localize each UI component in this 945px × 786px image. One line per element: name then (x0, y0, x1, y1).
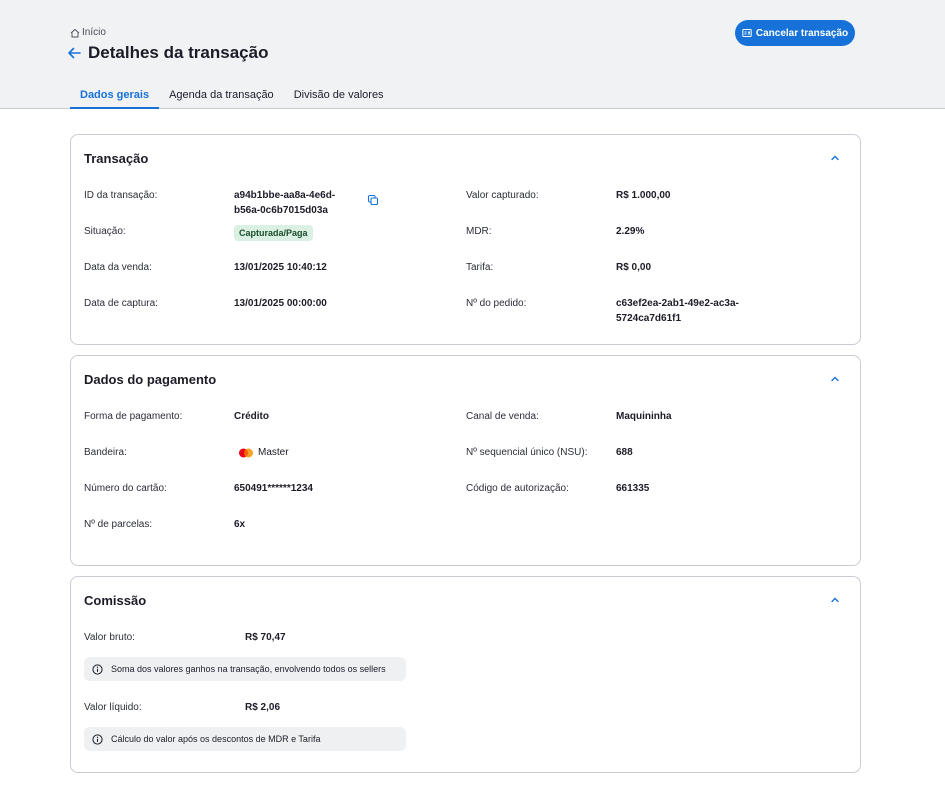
numero-cartao-label: Número do cartão: (84, 483, 167, 494)
tab-dados-gerais[interactable]: Dados gerais (70, 82, 160, 109)
pedido-label: Nº do pedido: (466, 298, 527, 309)
transaction-id-label: ID da transação: (84, 190, 158, 201)
cancel-transaction-button[interactable]: Cancelar transação (735, 20, 855, 46)
chevron-up-icon[interactable] (830, 374, 840, 384)
tab-agenda-transacao[interactable]: Agenda da transação (159, 82, 284, 109)
transaction-id-value-line1: a94b1bbe-aa8a-4e6d- (234, 190, 336, 201)
valor-liquido-value: R$ 2,06 (245, 702, 281, 713)
transaction-id-value-line2: b56a-0c6b7015d03a (234, 205, 328, 216)
receipt-icon (742, 29, 752, 37)
info-icon (92, 733, 103, 745)
valor-capturado-label: Valor capturado: (466, 190, 539, 201)
chevron-up-icon[interactable] (830, 595, 840, 605)
mastercard-icon (239, 448, 253, 458)
status-badge: Capturada/Paga (234, 225, 313, 241)
commission-card-title: Comissão (84, 593, 147, 608)
home-icon (70, 28, 80, 37)
tarifa-value: R$ 0,00 (616, 262, 652, 273)
pedido-value-line2: 5724ca7d61f1 (616, 313, 682, 324)
bandeira-value: Master (258, 447, 289, 458)
mdr-value: 2.29% (616, 226, 645, 237)
valor-capturado-value: R$ 1.000,00 (616, 190, 671, 201)
page-header: Início Detalhes da transação Cancelar tr… (0, 0, 945, 109)
data-venda-value: 13/01/2025 10:40:12 (234, 262, 327, 273)
valor-bruto-info: Soma dos valores ganhos na transação, en… (84, 657, 406, 681)
valor-liquido-label: Valor líquido: (84, 702, 142, 713)
breadcrumb-home[interactable]: Início (82, 27, 106, 38)
canal-venda-label: Canal de venda: (466, 411, 539, 422)
page-title: Detalhes da transação (88, 43, 269, 62)
nsu-value: 688 (616, 447, 633, 458)
chevron-up-icon[interactable] (830, 153, 840, 163)
forma-pagamento-value: Crédito (234, 411, 269, 422)
payment-card: Dados do pagamento Forma de pagamento: C… (70, 355, 861, 566)
tab-bar: Dados gerais Agenda da transação Divisão… (70, 82, 394, 109)
back-arrow-icon[interactable] (66, 45, 82, 61)
commission-card: Comissão Valor bruto: R$ 70,47 Soma dos … (70, 576, 861, 773)
bandeira-label: Bandeira: (84, 447, 127, 458)
forma-pagamento-label: Forma de pagamento: (84, 411, 183, 422)
payment-card-title: Dados do pagamento (84, 372, 217, 387)
copy-icon[interactable] (367, 194, 379, 206)
data-captura-label: Data de captura: (84, 298, 158, 309)
mdr-label: MDR: (466, 226, 492, 237)
data-captura-value: 13/01/2025 00:00:00 (234, 298, 327, 309)
info-icon (92, 663, 103, 675)
cancel-transaction-label: Cancelar transação (755, 27, 849, 39)
tarifa-label: Tarifa: (466, 262, 494, 273)
valor-liquido-info: Cálculo do valor após os descontos de MD… (84, 727, 406, 751)
numero-cartao-value: 650491******1234 (234, 483, 313, 494)
tab-divisao-valores[interactable]: Divisão de valores (284, 82, 394, 109)
situacao-label: Situação: (84, 226, 126, 237)
autorizacao-label: Código de autorização: (466, 483, 569, 494)
valor-liquido-info-text: Cálculo do valor após os descontos de MD… (111, 734, 321, 744)
nsu-label: Nº sequencial único (NSU): (466, 447, 588, 458)
valor-bruto-label: Valor bruto: (84, 632, 135, 643)
parcelas-label: Nº de parcelas: (84, 519, 153, 530)
parcelas-value: 6x (234, 519, 246, 530)
autorizacao-value: 661335 (616, 483, 650, 494)
transaction-card-title: Transação (84, 151, 149, 166)
valor-bruto-value: R$ 70,47 (245, 632, 286, 643)
canal-venda-value: Maquininha (616, 411, 672, 422)
data-venda-label: Data da venda: (84, 262, 152, 273)
transaction-card: Transação ID da transação: a94b1bbe-aa8a… (70, 134, 861, 345)
breadcrumb[interactable]: Início (70, 27, 106, 38)
pedido-value-line1: c63ef2ea-2ab1-49e2-ac3a- (616, 298, 739, 309)
title-row: Detalhes da transação (66, 43, 268, 63)
valor-bruto-info-text: Soma dos valores ganhos na transação, en… (111, 664, 386, 674)
